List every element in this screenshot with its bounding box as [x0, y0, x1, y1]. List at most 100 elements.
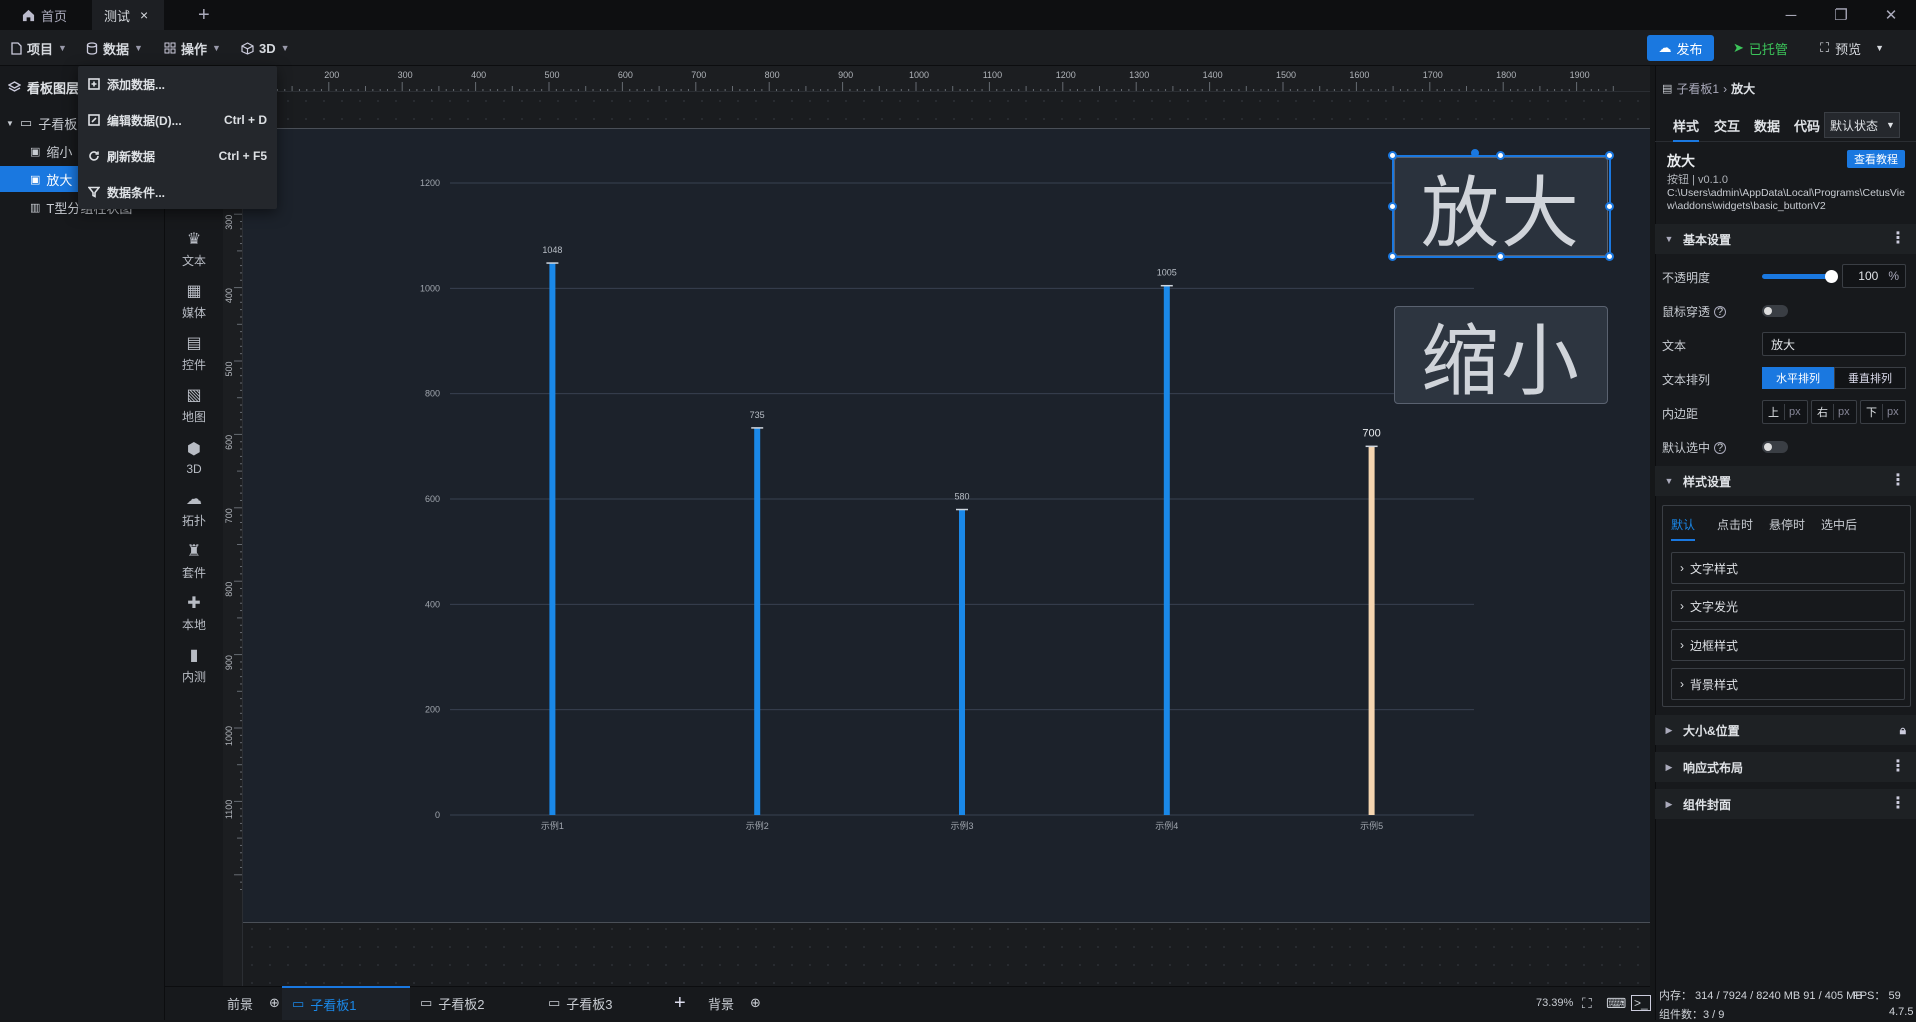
mouse-through-toggle[interactable] [1762, 305, 1788, 317]
help-icon[interactable]: ? [1714, 305, 1727, 318]
menu-project[interactable]: 项目 ▼ [10, 30, 67, 66]
zoom-level[interactable]: 73.39% [1536, 986, 1573, 1020]
menu-item-data-condition[interactable]: 数据条件... [78, 174, 277, 210]
menu-3d[interactable]: 3D ▼ [241, 30, 290, 66]
close-icon[interactable]: × [140, 7, 148, 23]
layout-vertical-button[interactable]: 垂直排列 [1834, 367, 1906, 389]
style-state-pressed[interactable]: 点击时 [1717, 516, 1753, 533]
layout-horizontal-button[interactable]: 水平排列 [1762, 367, 1834, 389]
padding-top-input[interactable]: 上 px [1762, 400, 1808, 424]
tab-home[interactable]: 首页 [10, 0, 79, 30]
style-state-selected[interactable]: 选中后 [1821, 516, 1857, 533]
menu-item-edit-data[interactable]: 编辑数据(D)... Ctrl + D [78, 102, 277, 138]
component-path: C:\Users\admin\AppData\Local\Programs\Ce… [1667, 187, 1911, 213]
bar[interactable] [549, 263, 556, 815]
add-circle-icon[interactable]: ⊕ [269, 995, 280, 1011]
resize-handle[interactable] [1388, 252, 1397, 261]
tab-test[interactable]: 测试 × [92, 0, 164, 30]
more-vertical-icon[interactable]: ⋮ [1890, 796, 1906, 812]
shrink-widget[interactable]: 缩小 [1394, 306, 1608, 405]
opacity-slider-thumb[interactable] [1825, 270, 1838, 283]
widget-puzzle[interactable]: ✚ 本地 [165, 588, 223, 638]
hosted-button[interactable]: ➤ 已托管 [1725, 35, 1796, 61]
resize-handle[interactable] [1605, 202, 1614, 211]
section-cover[interactable]: ▶ 组件封面 ⋮ [1655, 789, 1916, 819]
text-input[interactable]: 放大 [1762, 332, 1906, 356]
board-tab-2[interactable]: ▭ 子看板2 [420, 986, 540, 1020]
console-button[interactable]: >_ [1631, 986, 1651, 1020]
background-tab[interactable]: 背景 ⊕ [708, 986, 761, 1020]
opacity-input[interactable]: 100 % [1842, 264, 1906, 288]
more-vertical-icon[interactable]: ⋮ [1890, 759, 1906, 775]
widget-media[interactable]: ▦ 媒体 [165, 276, 223, 326]
resize-handle[interactable] [1496, 252, 1505, 261]
style-state-default[interactable]: 默认 [1671, 516, 1696, 541]
resize-handle[interactable] [1388, 151, 1397, 160]
more-vertical-icon[interactable]: ⋮ [1890, 473, 1906, 489]
data-label: 580 [954, 492, 969, 502]
section-size-position[interactable]: ▶ 大小&位置 🔒︎ [1655, 715, 1916, 745]
board-tab-3[interactable]: ▭ 子看板3 [548, 986, 668, 1020]
add-board-button[interactable]: + [674, 986, 686, 1020]
style-group-text[interactable]: › 文字样式 [1671, 552, 1905, 584]
publish-button[interactable]: ☁ 发布 [1647, 35, 1714, 61]
menu-item-refresh-data[interactable]: 刷新数据 Ctrl + F5 [78, 138, 277, 174]
menu-data[interactable]: 数据 ▼ [86, 30, 143, 66]
tutorial-button[interactable]: 查看教程 [1847, 150, 1905, 168]
tab-interaction[interactable]: 交互 [1714, 116, 1740, 135]
default-selected-toggle[interactable] [1762, 441, 1788, 453]
bar[interactable] [959, 509, 965, 815]
widget-text[interactable]: ♛ 文本 [165, 224, 223, 274]
section-style-settings[interactable]: ▼ 样式设置 ⋮ [1655, 466, 1916, 496]
preview-label: 预览 [1835, 41, 1862, 57]
tab-style[interactable]: 样式 [1673, 116, 1700, 142]
style-group-border[interactable]: › 边框样式 [1671, 629, 1905, 661]
opacity-slider-track[interactable] [1762, 274, 1832, 279]
widget-beta[interactable]: ▮ 内测 [165, 640, 223, 690]
resize-handle[interactable] [1496, 151, 1505, 160]
widget-map[interactable]: ▧ 地图 [165, 380, 223, 430]
bar[interactable] [1163, 285, 1170, 815]
minimize-button[interactable]: ─ [1766, 0, 1816, 30]
board-tab-1[interactable]: ▭ 子看板1 [282, 986, 410, 1020]
rotate-handle[interactable] [1471, 149, 1479, 157]
breadcrumb-parent[interactable]: 子看板1 [1676, 80, 1719, 97]
help-icon[interactable]: ? [1714, 441, 1727, 454]
new-tab-button[interactable]: + [186, 0, 222, 30]
state-select[interactable]: 默认状态 ▼ [1824, 112, 1900, 138]
zoom-level-text: 73.39% [1536, 997, 1574, 1009]
ruler-label: 300 [224, 215, 234, 230]
widget-control[interactable]: ▤ 控件 [165, 328, 223, 378]
padding-bottom-input[interactable]: 下 px [1860, 400, 1906, 424]
terminal-icon: >_ [1631, 995, 1651, 1011]
resize-handle[interactable] [1605, 151, 1614, 160]
style-group-text-glow[interactable]: › 文字发光 [1671, 590, 1905, 622]
resize-handle[interactable] [1605, 252, 1614, 261]
style-group-background[interactable]: › 背景样式 [1671, 668, 1905, 700]
padding-right-input[interactable]: 右 px [1811, 400, 1857, 424]
keyboard-button[interactable]: ⌨ [1606, 986, 1626, 1020]
preview-button[interactable]: ⛶ 预览 ▼ [1820, 35, 1884, 61]
menu-operation[interactable]: 操作 ▼ [164, 30, 221, 66]
bar[interactable] [754, 427, 761, 815]
widget-cube[interactable]: ⬢ 3D [165, 432, 223, 482]
maximize-button[interactable]: ❐ [1816, 0, 1866, 30]
fit-screen-button[interactable]: ⛶ [1582, 986, 1592, 1020]
section-basic-settings[interactable]: ▼ 基本设置 ⋮ [1655, 224, 1916, 254]
foreground-tab[interactable]: 前景 ⊕ [227, 986, 280, 1020]
widget-topology[interactable]: ☁ 拓扑 [165, 484, 223, 534]
section-responsive[interactable]: ▶ 响应式布局 ⋮ [1655, 752, 1916, 782]
style-state-hover[interactable]: 悬停时 [1769, 516, 1805, 533]
ruler-label: 1200 [1056, 70, 1076, 80]
resize-handle[interactable] [1388, 202, 1397, 211]
widget-kit[interactable]: ♜ 套件 [165, 536, 223, 586]
tab-data[interactable]: 数据 [1754, 116, 1780, 135]
add-circle-icon[interactable]: ⊕ [750, 995, 761, 1011]
menu-item-add-data[interactable]: 添加数据... [78, 66, 277, 102]
bar[interactable] [1368, 446, 1375, 815]
tab-code[interactable]: 代码 [1794, 116, 1820, 135]
lock-icon[interactable]: 🔒︎ [1900, 724, 1906, 736]
close-window-button[interactable]: ✕ [1866, 0, 1916, 30]
style-state-label: 默认 [1671, 518, 1696, 532]
more-vertical-icon[interactable]: ⋮ [1890, 231, 1906, 247]
